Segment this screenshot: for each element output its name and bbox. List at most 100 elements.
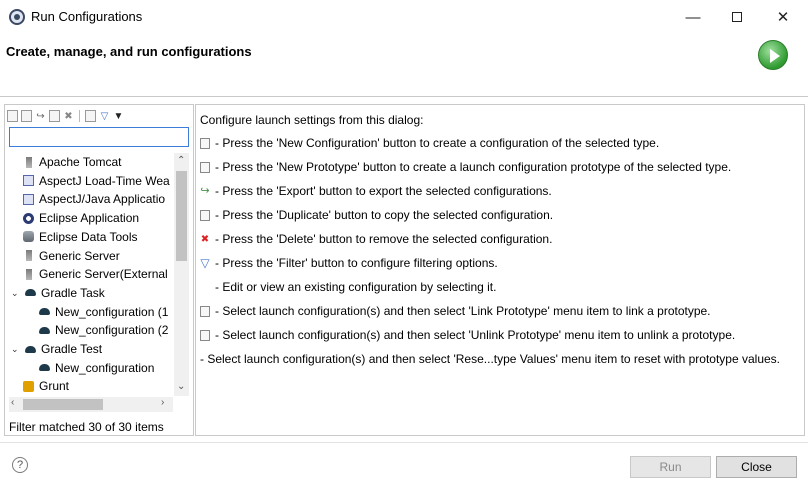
filter-icon[interactable]: ▽ <box>99 110 110 122</box>
export-icon[interactable]: ↪ <box>35 110 46 122</box>
tree-item[interactable]: Eclipse Application <box>23 209 139 227</box>
help-line-text: - Edit or view an existing configuration… <box>215 280 497 294</box>
tree-item-label: Eclipse Application <box>39 211 140 226</box>
tree-horizontal-scrollbar[interactable]: ‹ › <box>9 397 173 412</box>
toolbar-separator <box>79 110 80 122</box>
delete-icon: ✖ <box>200 233 210 245</box>
scroll-right-icon[interactable]: › <box>161 397 164 408</box>
header-separator <box>0 96 808 97</box>
scroll-up-icon[interactable]: ⌃ <box>177 155 185 166</box>
gradle-icon <box>25 345 36 353</box>
tree-toolbar: ↪ ✖ ▽ ▼ <box>7 107 124 125</box>
tree-item[interactable]: Eclipse Data Tools <box>23 228 138 246</box>
grunt-icon <box>23 380 34 392</box>
help-line-text: - Press the 'Duplicate' button to copy t… <box>215 208 554 222</box>
expand-chevron-icon[interactable]: ⌄ <box>11 284 21 302</box>
close-button[interactable]: Close <box>716 456 797 478</box>
tree-item[interactable]: New_configuration (1 <box>39 303 168 321</box>
filter-icon: ▽ <box>200 255 210 270</box>
help-line-text: - Select launch configuration(s) and the… <box>215 304 711 318</box>
tree-item-label: Eclipse Data Tools <box>39 229 138 244</box>
duplicate-icon[interactable] <box>49 110 60 122</box>
tree-item-label: New_configuration <box>55 360 155 375</box>
help-line-text: - Press the 'New Prototype' button to cr… <box>215 160 732 174</box>
scroll-left-icon[interactable]: ‹ <box>11 397 14 408</box>
minimize-button[interactable]: — <box>670 4 716 30</box>
tree-item[interactable]: Grunt <box>23 377 69 395</box>
duplicate-icon <box>200 209 210 221</box>
tree-item[interactable]: Generic Server <box>23 247 120 265</box>
horizontal-scroll-thumb[interactable] <box>23 399 103 410</box>
aspectj-icon <box>23 193 34 205</box>
database-icon <box>23 231 34 243</box>
tree-item-label: Generic Server <box>39 248 120 263</box>
maximize-button[interactable] <box>714 4 760 30</box>
gradle-icon <box>25 289 36 297</box>
gradle-icon <box>39 364 50 372</box>
server-icon <box>26 268 32 280</box>
new-prototype-icon[interactable] <box>21 110 32 122</box>
new-config-icon <box>200 137 210 149</box>
footer-separator <box>0 442 808 443</box>
server-icon <box>26 250 32 261</box>
collapse-all-icon[interactable] <box>85 110 96 122</box>
configuration-tree-pane: ↪ ✖ ▽ ▼ Apache Tomcat AspectJ Load-Time W… <box>4 104 194 436</box>
help-line-text: - Select launch configuration(s) and the… <box>200 352 780 366</box>
view-menu-icon[interactable]: ▼ <box>113 110 124 122</box>
tree-item-label: New_configuration (2 <box>55 323 169 338</box>
help-line: ✖ - Press the 'Delete' button to remove t… <box>200 232 553 246</box>
unlink-prototype-icon <box>200 329 210 341</box>
tree-item-label: Generic Server(External I <box>39 267 171 282</box>
gradle-icon <box>39 326 50 334</box>
tree-item[interactable]: AspectJ Load-Time Wea <box>23 172 170 190</box>
configuration-tree: Apache Tomcat AspectJ Load-Time Wea Aspect… <box>9 153 171 396</box>
header-title: Create, manage, and run configurations <box>6 44 252 59</box>
dialog-header: Create, manage, and run configurations <box>0 34 808 96</box>
help-line-text: - Press the 'New Configuration' button t… <box>215 136 660 150</box>
tree-item-label: Apache Tomcat <box>39 155 122 169</box>
tree-item-label: New_configuration (1 <box>55 304 169 319</box>
tree-item-label: Gradle Test <box>41 342 103 356</box>
delete-icon[interactable]: ✖ <box>63 110 74 122</box>
server-icon <box>26 156 32 168</box>
expand-chevron-icon[interactable]: ⌄ <box>11 340 21 358</box>
help-line: - Select launch configuration(s) and the… <box>200 304 711 318</box>
link-prototype-icon <box>200 305 210 317</box>
help-line-text: - Press the 'Filter' button to configure… <box>215 256 498 270</box>
tree-item[interactable]: Generic Server(External I <box>23 265 171 283</box>
eclipse-app-icon <box>9 9 25 25</box>
title-bar: Run Configurations — ✕ <box>0 0 808 34</box>
maximize-icon <box>732 12 742 22</box>
run-button[interactable]: Run <box>630 456 711 478</box>
eclipse-icon <box>23 212 34 224</box>
help-line-text: - Select launch configuration(s) and the… <box>215 328 736 342</box>
vertical-scroll-thumb[interactable] <box>176 171 187 261</box>
close-window-button[interactable]: ✕ <box>760 4 806 30</box>
tree-item[interactable]: AspectJ/Java Applicatio <box>23 190 165 208</box>
help-line: ↪ - Press the 'Export' button to export t… <box>200 184 552 198</box>
help-icon[interactable]: ? <box>12 457 28 473</box>
export-icon: ↪ <box>200 184 210 197</box>
tree-item[interactable]: ⌄ Gradle Task <box>11 284 105 302</box>
help-line: ▽ - Press the 'Filter' button to configur… <box>200 255 498 270</box>
run-banner-icon <box>758 40 788 70</box>
tree-item[interactable]: New_configuration <box>39 359 154 377</box>
help-pane: Configure launch settings from this dial… <box>195 104 805 436</box>
tree-item-label: Gradle Task <box>41 285 105 300</box>
tree-item[interactable]: ⌄ Gradle Test <box>11 340 102 358</box>
window-title: Run Configurations <box>31 9 143 24</box>
tree-item[interactable]: Apache Tomcat <box>23 153 122 171</box>
help-line: - Press the 'New Prototype' button to cr… <box>200 160 731 174</box>
help-line-text: - Press the 'Export' button to export th… <box>215 184 552 198</box>
aspectj-icon <box>23 175 34 187</box>
intro-text: Configure launch settings from this dial… <box>200 113 424 127</box>
filter-status: Filter matched 30 of 30 items <box>9 420 164 434</box>
scroll-down-icon[interactable]: ⌄ <box>177 381 185 392</box>
tree-vertical-scrollbar[interactable]: ⌃ ⌄ <box>174 153 189 396</box>
tree-item-label: AspectJ Load-Time Wea <box>39 173 170 188</box>
new-prototype-icon <box>200 161 210 173</box>
tree-item[interactable]: New_configuration (2 <box>39 321 168 339</box>
new-config-icon[interactable] <box>7 110 18 122</box>
filter-input[interactable] <box>9 127 189 147</box>
help-line-text: - Press the 'Delete' button to remove th… <box>215 232 553 246</box>
